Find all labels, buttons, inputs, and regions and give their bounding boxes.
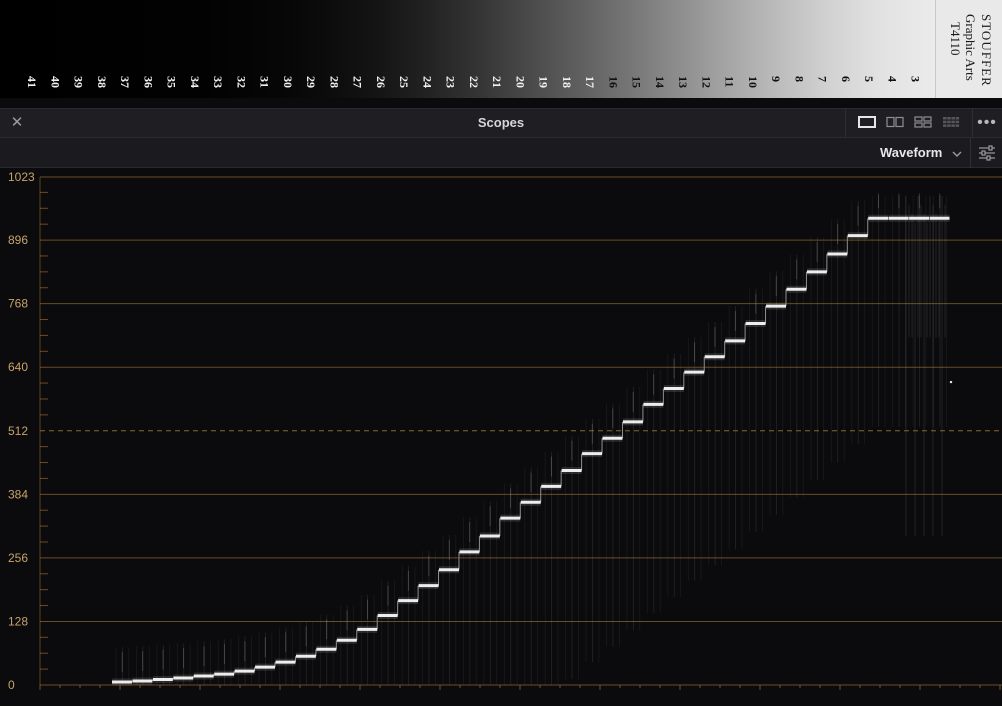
scope-mode-label: Waveform <box>880 145 943 160</box>
waveform-graph: 1023 896 768 640 512 384 256 128 0 <box>8 170 1002 692</box>
step-number-label: 11 <box>722 76 737 88</box>
step-number-label: 19 <box>536 76 551 88</box>
step-number-label: 33 <box>211 76 225 88</box>
scale-labels: 1023 896 768 640 512 384 256 128 0 <box>8 170 35 692</box>
step-number-label: 16 <box>606 76 621 88</box>
step-number-label: 36 <box>141 76 156 88</box>
step-number-label: 31 <box>257 76 272 88</box>
layout-multi-icon[interactable] <box>942 116 960 128</box>
step-number-label: 10 <box>745 76 760 88</box>
step-number-label: 28 <box>327 76 342 88</box>
step-number-label: 38 <box>94 76 109 88</box>
step-number-label: 26 <box>373 76 388 88</box>
step-number-label: 15 <box>629 76 644 88</box>
step-number-label: 34 <box>187 76 202 88</box>
step-number-label: 21 <box>490 76 504 88</box>
step-number-label: 24 <box>420 76 435 88</box>
scope-mode-dropdown[interactable]: Waveform <box>872 142 968 164</box>
step-number-label: 17 <box>583 76 597 88</box>
app-root: 41 40 39 38 37 36 35 34 33 32 31 30 29 28 27 26 25 24 23 22… <box>0 0 1002 706</box>
brand-model: T4110 <box>948 22 963 56</box>
waveform-scope[interactable]: 1023 896 768 640 512 384 256 128 0 <box>0 168 1002 706</box>
step-number-label: 27 <box>350 76 365 88</box>
step-number-label: 3 <box>908 76 923 82</box>
toolbar-divider <box>970 138 971 168</box>
scale-label: 384 <box>8 487 28 501</box>
scope-toolbar: Waveform <box>0 138 1002 168</box>
step-number-label: 40 <box>48 76 63 88</box>
step-number-label: 13 <box>676 76 690 88</box>
grayscale-step-wedge-preview: 41 40 39 38 37 36 35 34 33 32 31 30 29 28 27 26 25 24 23 22… <box>0 0 1002 98</box>
step-number-label: 6 <box>838 76 853 82</box>
step-number-label: 20 <box>513 76 528 88</box>
scale-label: 896 <box>8 233 28 247</box>
waveform-trace <box>112 193 953 686</box>
chevron-down-icon <box>951 147 963 159</box>
step-number-label: 8 <box>792 76 807 82</box>
sliders-icon[interactable] <box>977 143 997 163</box>
step-number-label: 35 <box>164 76 179 88</box>
step-number-label: 9 <box>769 76 783 82</box>
step-number-label: 4 <box>885 76 900 82</box>
step-number-label: 7 <box>815 76 830 82</box>
step-number-label: 18 <box>559 76 574 88</box>
brand-name: STOUFFER <box>979 14 994 87</box>
waveform-dot <box>949 380 953 384</box>
scale-label: 0 <box>8 678 15 692</box>
step-number-label: 39 <box>71 76 86 88</box>
more-options-icon[interactable]: ••• <box>977 115 997 131</box>
scale-label: 1023 <box>8 170 35 184</box>
scale-label: 640 <box>8 360 28 374</box>
step-number-label: 30 <box>280 76 295 88</box>
step-number-label: 37 <box>118 76 132 88</box>
scale-label: 768 <box>8 297 28 311</box>
step-number-label: 14 <box>652 76 667 88</box>
step-number-label: 23 <box>443 76 458 88</box>
step-number-label: 25 <box>397 76 411 88</box>
step-number-label: 22 <box>466 76 481 88</box>
layout-single-icon[interactable] <box>858 116 876 128</box>
step-number-label: 5 <box>862 76 876 82</box>
step-number-label: 12 <box>699 76 714 88</box>
scale-label: 128 <box>8 614 28 628</box>
layout-quad-icon[interactable] <box>914 116 932 128</box>
layout-dual-icon[interactable] <box>886 116 904 128</box>
brand-subtitle: Graphic Arts <box>963 14 978 81</box>
step-number-label: 29 <box>304 76 318 88</box>
layout-selector <box>845 109 973 137</box>
close-icon[interactable]: ✕ <box>9 115 25 131</box>
scale-label: 512 <box>8 424 28 438</box>
scopes-panel-header: ✕ Scopes ••• <box>0 108 1002 138</box>
scale-label: 256 <box>8 551 28 565</box>
graticule <box>39 176 1002 690</box>
step-number-label: 41 <box>25 76 39 88</box>
step-number-label: 32 <box>234 76 249 88</box>
